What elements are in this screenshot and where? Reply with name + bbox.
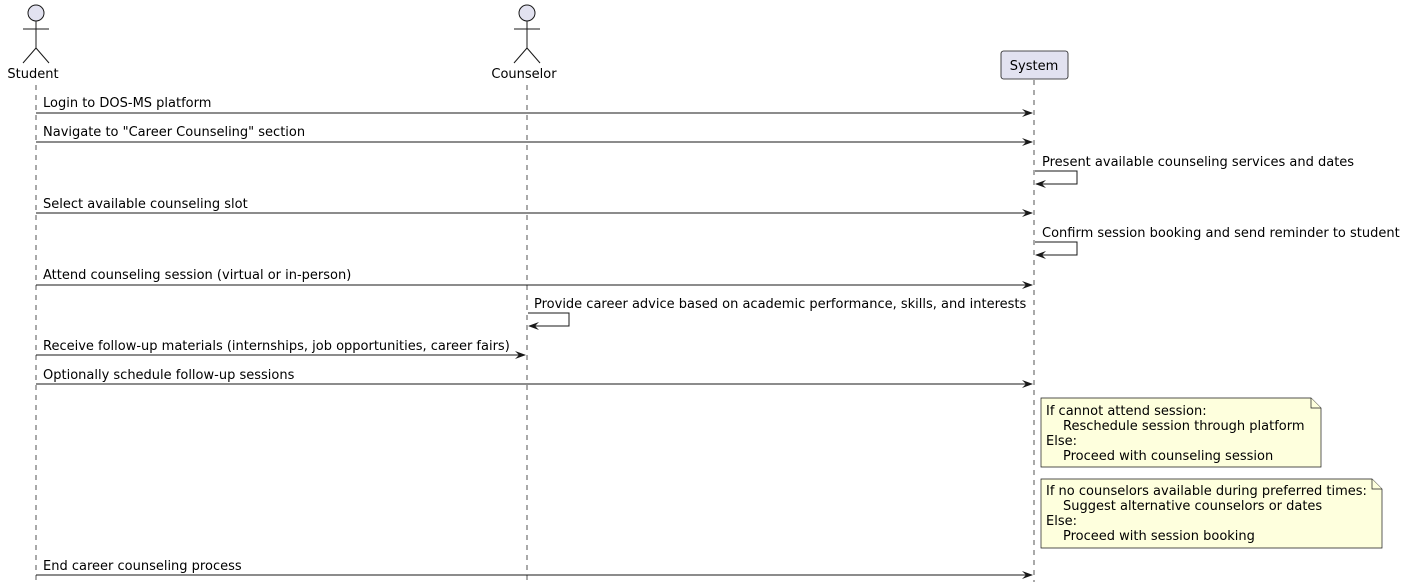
note-line: Proceed with session booking [1063, 529, 1255, 544]
message-label: Provide career advice based on academic … [534, 297, 1027, 312]
note-line: If no counselors available during prefer… [1046, 484, 1367, 499]
message-label: Receive follow-up materials (internships… [43, 339, 510, 354]
actor-counselor: Counselor [491, 4, 557, 82]
message-label: Navigate to "Career Counseling" section [43, 125, 305, 140]
participant-system-label: System [1010, 59, 1058, 74]
note-fold [1371, 479, 1382, 490]
note-no-counselors: If no counselors available during prefer… [1040, 478, 1383, 549]
actor-student-icon [22, 4, 50, 64]
message-receive-materials: Receive follow-up materials (internships… [36, 339, 526, 359]
note-line: If cannot attend session: [1046, 404, 1207, 419]
message-present-services: Present available counseling services an… [1035, 155, 1354, 188]
message-label: Select available counseling slot [43, 197, 248, 212]
note-line: Else: [1046, 434, 1077, 449]
note-line: Suggest alternative counselors or dates [1063, 499, 1322, 514]
message-confirm-booking: Confirm session booking and send reminde… [1035, 226, 1400, 259]
message-label: Optionally schedule follow-up sessions [43, 368, 295, 383]
note-line: Proceed with counseling session [1063, 449, 1273, 464]
message-label: Confirm session booking and send reminde… [1042, 226, 1400, 241]
message-provide-advice: Provide career advice based on academic … [528, 297, 1027, 330]
message-label: End career counseling process [43, 559, 242, 574]
note-line: Else: [1046, 514, 1077, 529]
message-end-process: End career counseling process [36, 559, 1033, 579]
actor-counselor-label: Counselor [491, 67, 557, 82]
message-login: Login to DOS-MS platform [36, 96, 1033, 117]
message-label: Attend counseling session (virtual or in… [43, 268, 351, 283]
sequence-diagram: Student Counselor System Login to DOS-MS… [7, 4, 1400, 582]
note-cannot-attend: If cannot attend session: Reschedule ses… [1040, 397, 1322, 468]
message-label: Present available counseling services an… [1042, 155, 1354, 170]
note-fold [1310, 398, 1321, 409]
message-label: Login to DOS-MS platform [43, 96, 211, 111]
message-attend-session: Attend counseling session (virtual or in… [36, 268, 1033, 289]
message-select-slot: Select available counseling slot [36, 197, 1033, 217]
actor-student: Student [7, 4, 59, 82]
actor-counselor-icon [513, 4, 541, 64]
participant-system: System [1000, 50, 1069, 80]
message-navigate: Navigate to "Career Counseling" section [36, 125, 1033, 146]
actor-student-label: Student [7, 67, 58, 82]
message-schedule-followup: Optionally schedule follow-up sessions [36, 368, 1033, 388]
note-line: Reschedule session through platform [1063, 419, 1305, 434]
